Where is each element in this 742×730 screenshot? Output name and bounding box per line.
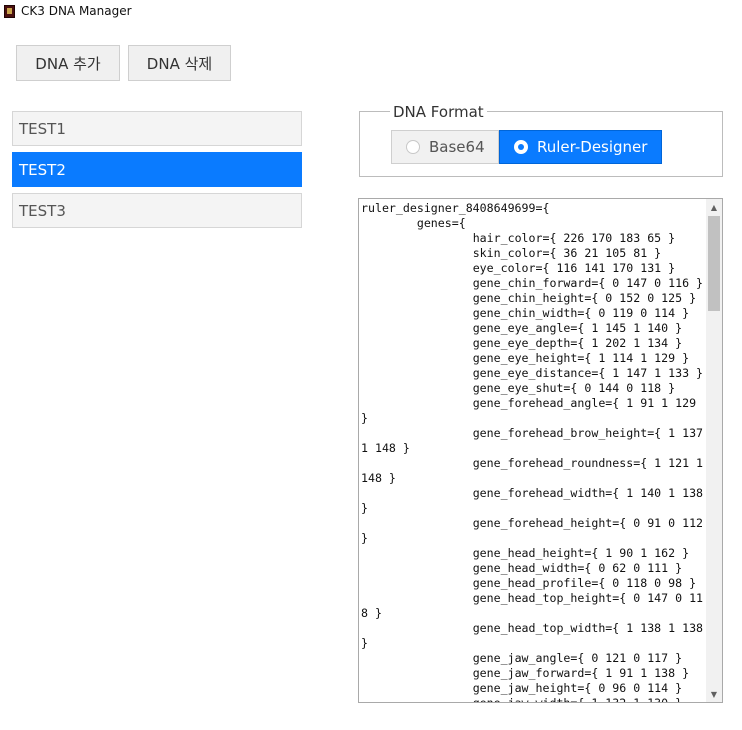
add-dna-button[interactable]: DNA 추가	[16, 45, 120, 81]
dna-list-item[interactable]: TEST1	[12, 111, 302, 146]
title-bar: CK3 DNA Manager	[0, 0, 742, 24]
scroll-down-arrow-icon[interactable]: ▼	[706, 686, 722, 702]
format-option-base64[interactable]: Base64	[391, 130, 499, 164]
app-icon	[4, 5, 15, 18]
format-option-ruler-designer[interactable]: Ruler-Designer	[499, 130, 662, 164]
dna-list-item[interactable]: TEST3	[12, 193, 302, 228]
dna-text-content[interactable]: ruler_designer_8408649699={ genes={ hair…	[361, 201, 705, 702]
radio-unselected-icon[interactable]	[406, 140, 420, 154]
vertical-scrollbar[interactable]: ▲ ▼	[706, 199, 722, 702]
format-option-label: Ruler-Designer	[537, 138, 648, 156]
scroll-up-arrow-icon[interactable]: ▲	[706, 199, 722, 215]
dna-list-item-selected[interactable]: TEST2	[12, 152, 302, 187]
format-toggle-group: Base64 Ruler-Designer	[391, 130, 662, 164]
radio-selected-icon[interactable]	[514, 140, 528, 154]
dna-format-legend: DNA Format	[390, 103, 487, 121]
scrollbar-thumb[interactable]	[708, 216, 720, 311]
window-title: CK3 DNA Manager	[21, 4, 132, 18]
delete-dna-button[interactable]: DNA 삭제	[128, 45, 231, 81]
format-option-label: Base64	[429, 138, 485, 156]
dna-text-area[interactable]: ruler_designer_8408649699={ genes={ hair…	[358, 198, 723, 703]
